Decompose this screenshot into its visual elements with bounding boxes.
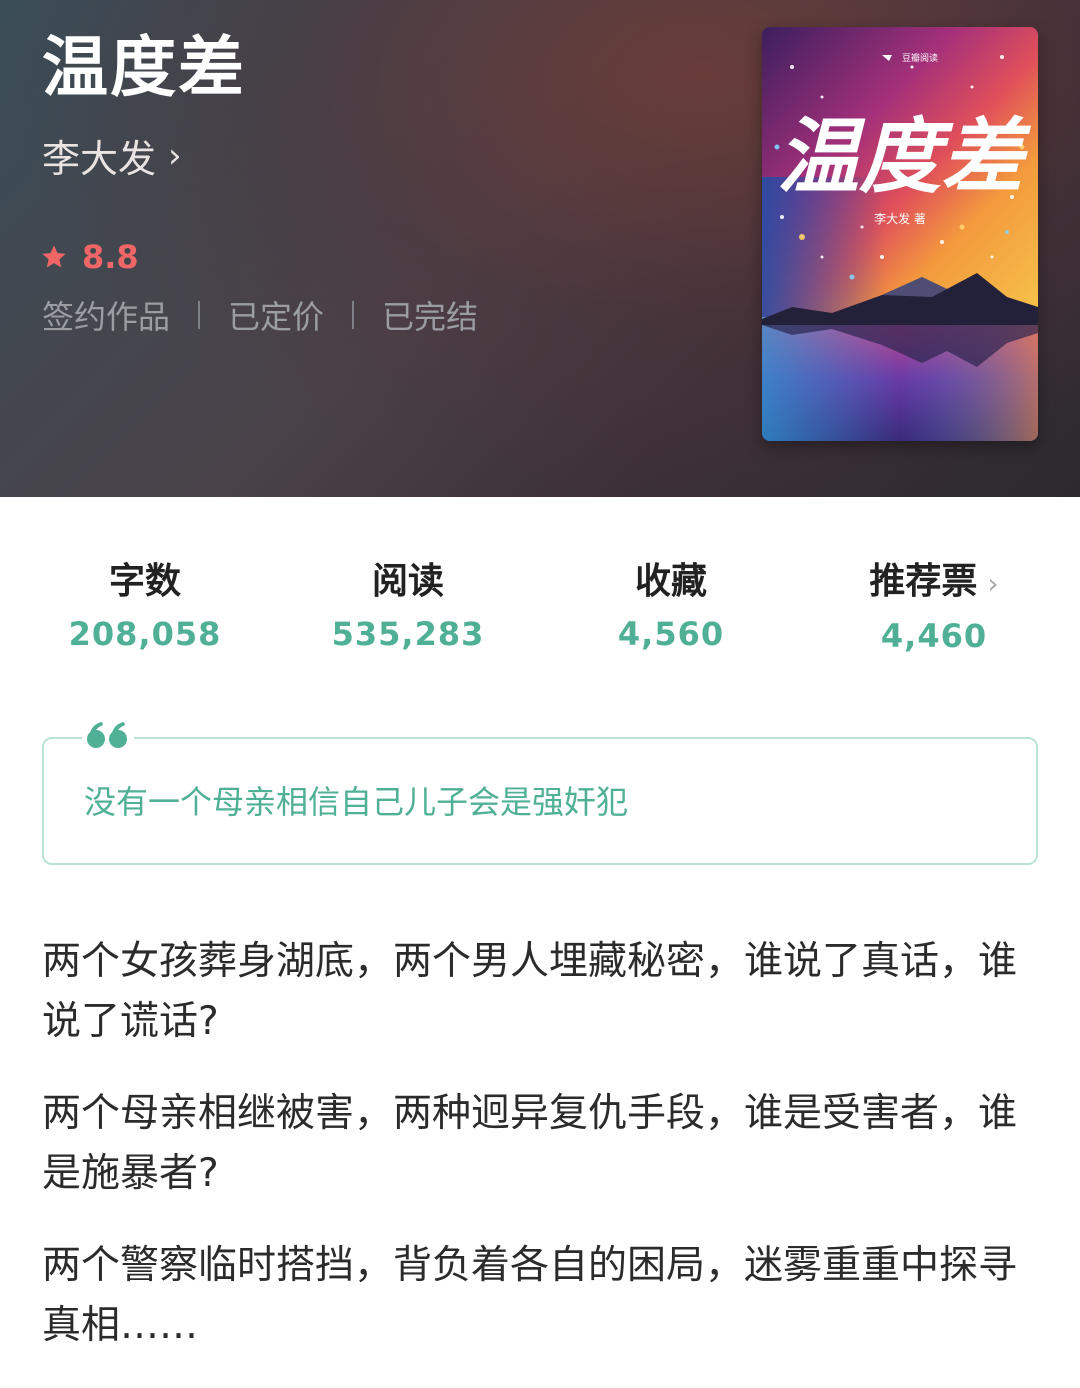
stat-label: 字数: [108, 561, 181, 602]
book-header: 温度差 李大发 › 8.8 签约作品 已定价 已完结 豆瓣阅读 温度差 李大发 …: [0, 0, 1080, 497]
stat-reads: 阅读 535,283: [288, 555, 528, 659]
book-tags: 签约作品 已定价 已完结: [42, 292, 478, 338]
author-name: 李大发: [42, 137, 157, 181]
tag-divider: [198, 301, 201, 329]
description-paragraph: 两个警察临时搭挡，背负着各自的困局，迷雾重重中探寻真相……: [42, 1243, 1018, 1348]
tag-completed: 已完结: [382, 298, 479, 336]
stat-label: 阅读: [371, 561, 444, 602]
book-description: 两个女孩葬身湖底，两个男人埋藏秘密，谁说了真话，谁说了谎话? 两个母亲相继被害，…: [42, 932, 1042, 1388]
tag-signed: 签约作品: [42, 298, 171, 336]
stat-value: 208,058: [68, 615, 222, 653]
tag-priced: 已定价: [228, 298, 325, 336]
tag-divider: [352, 301, 355, 329]
cover-byline: 李大发 著: [874, 211, 926, 226]
stat-word-count: 字数 208,058: [25, 555, 265, 659]
rating: 8.8: [40, 238, 139, 276]
cover-art: 豆瓣阅读 温度差 李大发 著: [762, 27, 1038, 441]
stat-label-row: 推荐票 ›: [814, 555, 1054, 611]
stat-value: 535,283: [331, 615, 485, 653]
quote-text: 没有一个母亲相信自己儿子会是强奸犯: [84, 783, 629, 821]
cover-title: 温度差: [777, 110, 1032, 205]
stat-value: 4,460: [880, 617, 988, 655]
cover-publisher: 豆瓣阅读: [902, 52, 938, 64]
star-icon: [42, 245, 66, 268]
stat-recommend-votes[interactable]: 推荐票 › 4,460: [814, 555, 1054, 661]
chevron-right-icon: ›: [987, 567, 999, 600]
description-paragraph: 两个母亲相继被害，两种迥异复仇手段，谁是受害者，谁是施暴者?: [42, 1091, 1018, 1196]
book-title: 温度差: [42, 29, 246, 106]
stat-label: 推荐票: [869, 561, 978, 602]
description-paragraph: 两个女孩葬身湖底，两个男人埋藏秘密，谁说了真话，谁说了谎话?: [42, 939, 1018, 1044]
book-stats: 字数 208,058 阅读 535,283 收藏 4,560 推荐票 › 4,46…: [0, 555, 1080, 665]
rating-score: 8.8: [82, 238, 139, 276]
stat-label: 收藏: [634, 561, 707, 602]
book-cover[interactable]: 豆瓣阅读 温度差 李大发 著: [762, 27, 1038, 441]
stat-value: 4,560: [617, 615, 725, 653]
quote-open-icon: [82, 712, 134, 758]
chevron-right-icon: ›: [168, 135, 182, 176]
stat-favorites: 收藏 4,560: [551, 555, 791, 659]
author-link[interactable]: 李大发 ›: [42, 128, 182, 183]
